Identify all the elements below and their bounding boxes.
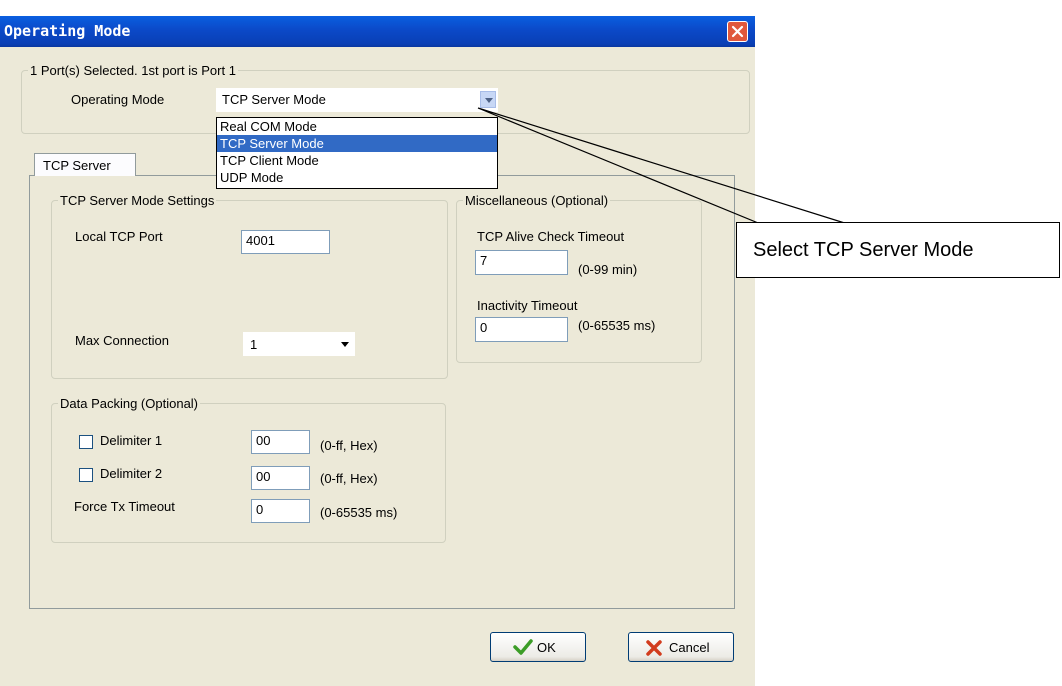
delimiter1-label: Delimiter 1 [100, 433, 163, 448]
operating-mode-combo[interactable]: TCP Server Mode [216, 88, 498, 112]
alive-check-input[interactable]: 7 [475, 250, 568, 275]
cancel-button[interactable]: Cancel [628, 632, 734, 662]
max-connection-dropdown-button[interactable] [335, 332, 355, 356]
checkmark-icon [513, 639, 533, 655]
close-button[interactable] [727, 21, 748, 42]
ok-button[interactable]: OK [490, 632, 586, 662]
cross-icon [646, 640, 662, 656]
dropdown-option-tcp-server[interactable]: TCP Server Mode [217, 135, 497, 152]
cancel-button-label: Cancel [669, 640, 710, 655]
max-connection-value: 1 [250, 337, 258, 352]
delimiter2-label: Delimiter 2 [100, 466, 163, 481]
title-bar: Operating Mode [0, 16, 755, 47]
dropdown-option-real-com[interactable]: Real COM Mode [217, 118, 497, 135]
window-title: Operating Mode [4, 22, 131, 40]
dropdown-option-udp[interactable]: UDP Mode [217, 169, 497, 186]
operating-mode-dropdown-button[interactable] [480, 91, 496, 108]
ok-button-label: OK [537, 640, 556, 655]
max-connection-select[interactable]: 1 [243, 332, 355, 356]
tab-tcp-server[interactable]: TCP Server [34, 153, 136, 176]
delimiter2-input[interactable]: 00 [251, 466, 310, 490]
inactivity-label: Inactivity Timeout [477, 298, 578, 313]
dropdown-option-tcp-client[interactable]: TCP Client Mode [217, 152, 497, 169]
cropped-caption [120, 0, 240, 5]
force-tx-unit: (0-65535 ms) [320, 505, 398, 520]
inactivity-unit: (0-65535 ms) [578, 318, 656, 333]
annotation-callout: Select TCP Server Mode [736, 222, 1060, 278]
annotation-text: Select TCP Server Mode [753, 239, 974, 261]
chevron-down-icon [341, 342, 349, 347]
alive-check-unit: (0-99 min) [578, 262, 638, 277]
local-port-input[interactable]: 4001 [241, 230, 330, 254]
misc-legend: Miscellaneous (Optional) [465, 193, 609, 208]
data-packing-legend: Data Packing (Optional) [60, 396, 199, 411]
delimiter1-unit: (0-ff, Hex) [320, 438, 378, 453]
port-group-legend: 1 Port(s) Selected. 1st port is Port 1 [30, 63, 236, 78]
delimiter1-input[interactable]: 00 [251, 430, 310, 454]
operating-mode-value: TCP Server Mode [222, 92, 326, 107]
delimiter1-checkbox[interactable] [79, 435, 93, 449]
max-connection-label: Max Connection [75, 333, 169, 348]
alive-check-label: TCP Alive Check Timeout [477, 229, 625, 244]
tab-tcp-server-label: TCP Server [43, 158, 111, 173]
operating-mode-label: Operating Mode [71, 92, 165, 107]
delimiter2-checkbox[interactable] [79, 468, 93, 482]
close-icon [731, 25, 744, 38]
force-tx-label: Force Tx Timeout [74, 499, 175, 514]
server-settings-legend: TCP Server Mode Settings [60, 193, 215, 208]
delimiter2-unit: (0-ff, Hex) [320, 471, 378, 486]
force-tx-input[interactable]: 0 [251, 499, 310, 523]
local-port-label: Local TCP Port [75, 229, 163, 244]
operating-mode-dropdown-list[interactable]: Real COM Mode TCP Server Mode TCP Client… [216, 117, 498, 189]
inactivity-input[interactable]: 0 [475, 317, 568, 342]
chevron-down-icon [485, 98, 493, 103]
